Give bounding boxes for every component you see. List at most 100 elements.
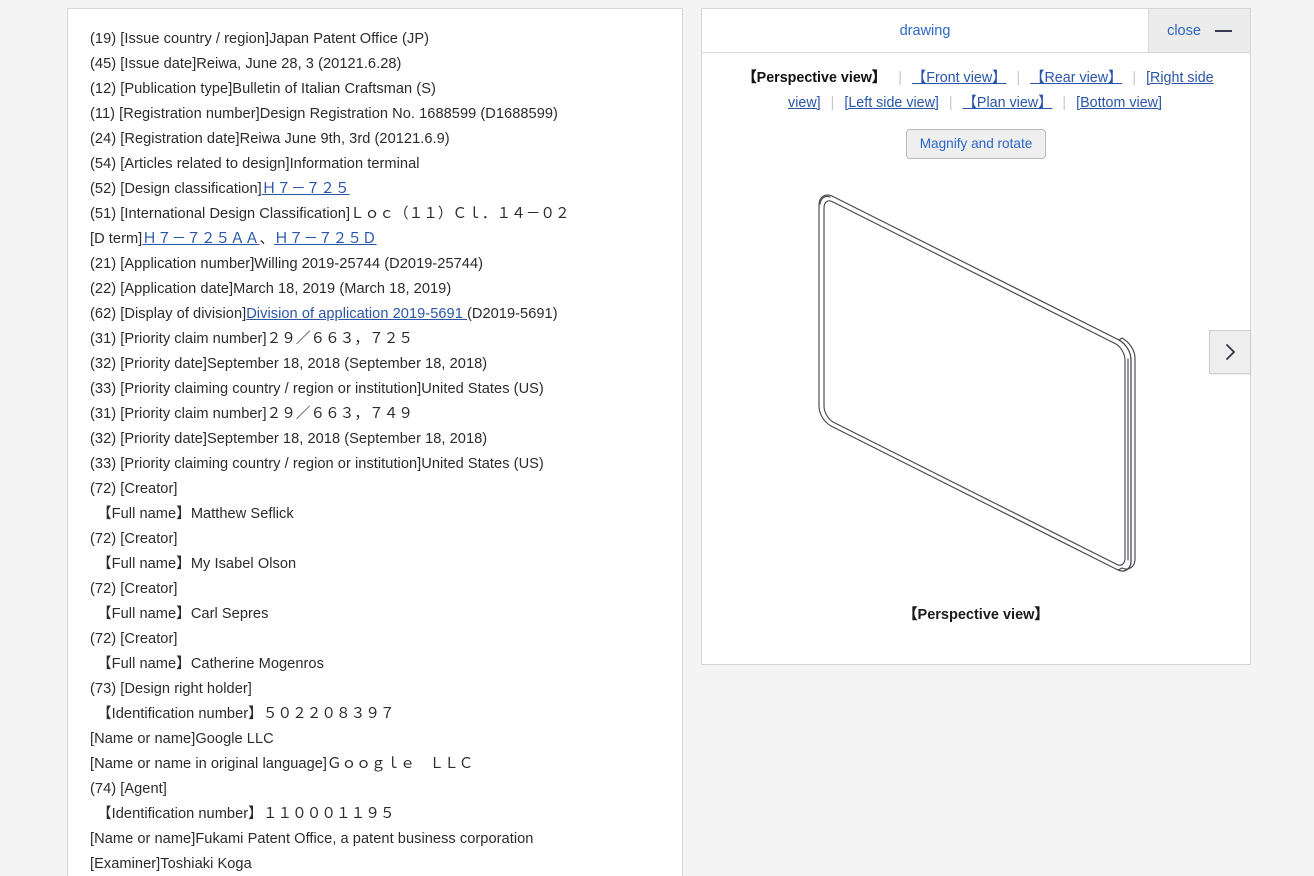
bibliographic-text: (73) [Design right holder] <box>90 681 252 697</box>
classification-link[interactable]: Ｈ７－７２５ＡＡ <box>142 231 259 247</box>
bibliographic-text: [Name or name]Fukami Patent Office, a pa… <box>90 831 534 847</box>
bibliographic-line: (74) [Agent] <box>90 777 666 802</box>
magnify-and-rotate-button[interactable]: Magnify and rotate <box>905 129 1047 159</box>
bibliographic-line: (72) [Creator] <box>90 577 666 602</box>
bibliographic-text: 、 <box>259 231 275 247</box>
bibliographic-line: 【Full name】Matthew Seflick <box>90 502 666 527</box>
bibliographic-text: [Name or name in original language]Ｇｏｏｇｌ… <box>90 756 474 772</box>
bibliographic-line: 【Full name】Catherine Mogenros <box>90 652 666 677</box>
drawing-panel-body: 【Perspective view】 | 【Front view】 | 【Rear vi… <box>702 53 1250 664</box>
view-link-separator: | <box>1132 70 1137 86</box>
bibliographic-text: (31) [Priority claim number]２９／６６３，７４９ <box>90 406 414 422</box>
bibliographic-line: (54) [Articles related to design]Informa… <box>90 152 666 177</box>
perspective-view-drawing <box>818 194 1136 572</box>
bibliographic-text: (45) [Issue date]Reiwa, June 28, 3 (2012… <box>90 56 402 72</box>
bibliographic-line: (72) [Creator] <box>90 627 666 652</box>
bibliographic-line: (24) [Registration date]Reiwa June 9th, … <box>90 127 666 152</box>
bibliographic-line: 【Full name】My Isabel Olson <box>90 552 666 577</box>
bibliographic-text: (32) [Priority date]September 18, 2018 (… <box>90 356 488 372</box>
bibliographic-line: (32) [Priority date]September 18, 2018 (… <box>90 352 666 377</box>
magnify-row: Magnify and rotate <box>726 129 1226 159</box>
bibliographic-text: (24) [Registration date]Reiwa June 9th, … <box>90 131 450 147</box>
bibliographic-text: 【Full name】Carl Sepres <box>97 606 269 622</box>
bibliographic-line: 【Identification number】１１０００１１９５ <box>90 802 666 827</box>
next-view-button[interactable] <box>1209 330 1251 374</box>
bibliographic-line: (21) [Application number]Willing 2019-25… <box>90 252 666 277</box>
bibliographic-line: (11) [Registration number]Design Registr… <box>90 102 666 127</box>
drawing-viewer-panel: drawing close 【Perspective view】 | 【Front … <box>701 8 1251 665</box>
bibliographic-line: (33) [Priority claiming country / region… <box>90 377 666 402</box>
bibliographic-text: 【Full name】Catherine Mogenros <box>97 656 324 672</box>
bibliographic-line: (33) [Priority claiming country / region… <box>90 452 666 477</box>
bibliographic-text: (32) [Priority date]September 18, 2018 (… <box>90 431 488 447</box>
bibliographic-text: (51) [International Design Classificatio… <box>90 206 570 222</box>
drawing-panel-titlebar: drawing close <box>702 9 1250 53</box>
bibliographic-text: (D2019-5691) <box>466 306 558 322</box>
page-root: (19) [Issue country / region]Japan Paten… <box>0 0 1314 876</box>
view-link-separator: | <box>830 95 835 111</box>
bibliographic-text: (33) [Priority claiming country / region… <box>90 381 544 397</box>
bibliographic-line: [Examiner]Toshiaki Koga <box>90 852 666 876</box>
view-link[interactable]: 【Rear view】 <box>1028 70 1124 86</box>
bibliographic-line: (51) [International Design Classificatio… <box>90 202 666 227</box>
bibliographic-text: (12) [Publication type]Bulletin of Itali… <box>90 81 436 97</box>
close-button[interactable]: close <box>1167 23 1201 39</box>
bibliographic-text: (54) [Articles related to design]Informa… <box>90 156 420 172</box>
bibliographic-text: (52) [Design classification] <box>90 181 262 197</box>
bibliographic-text: [Name or name]Google LLC <box>90 731 274 747</box>
bibliographic-line: (19) [Issue country / region]Japan Paten… <box>90 27 666 52</box>
chevron-right-icon <box>1225 344 1235 360</box>
bibliographic-data-panel: (19) [Issue country / region]Japan Paten… <box>67 8 683 876</box>
bibliographic-text: 【Full name】Matthew Seflick <box>97 506 294 522</box>
figure-caption: 【Perspective view】 <box>903 607 1049 623</box>
bibliographic-line-list: (19) [Issue country / region]Japan Paten… <box>90 27 666 876</box>
bibliographic-text: (31) [Priority claim number]２９／６６３，７２５ <box>90 331 414 347</box>
classification-link[interactable]: Ｈ７－７２５ <box>262 181 350 197</box>
view-link[interactable]: [Left side view] <box>842 95 941 111</box>
figure-wrap <box>726 177 1226 597</box>
bibliographic-text: (11) [Registration number]Design Registr… <box>90 106 558 122</box>
view-link[interactable]: 【Plan view】 <box>961 95 1055 111</box>
bibliographic-line: (72) [Creator] <box>90 527 666 552</box>
bibliographic-text: (33) [Priority claiming country / region… <box>90 456 544 472</box>
view-link-current: 【Perspective view】 <box>742 70 887 86</box>
drawing-panel-title: drawing <box>899 22 951 39</box>
classification-link[interactable]: Division of application 2019-5691 <box>246 306 467 322</box>
view-link-separator: | <box>948 95 953 111</box>
view-link-separator: | <box>1016 70 1021 86</box>
drawing-panel-window-controls[interactable]: close <box>1148 9 1250 52</box>
view-link[interactable]: 【Front view】 <box>910 70 1009 86</box>
bibliographic-line: [Name or name in original language]Ｇｏｏｇｌ… <box>90 752 666 777</box>
bibliographic-line: 【Identification number】５０２２０８３９７ <box>90 702 666 727</box>
view-link-separator: | <box>898 70 902 86</box>
bibliographic-text: (72) [Creator] <box>90 581 178 597</box>
bibliographic-line: (73) [Design right holder] <box>90 677 666 702</box>
view-link[interactable]: [Bottom view] <box>1074 95 1164 111</box>
bibliographic-text: (62) [Display of division] <box>90 306 247 322</box>
classification-link[interactable]: Ｈ７－７２５Ｄ <box>274 231 377 247</box>
view-link-separator: | <box>1062 95 1067 111</box>
bibliographic-text: (74) [Agent] <box>90 781 167 797</box>
bibliographic-line: [Name or name]Google LLC <box>90 727 666 752</box>
bibliographic-line: (72) [Creator] <box>90 477 666 502</box>
bibliographic-text: (21) [Application number]Willing 2019-25… <box>90 256 484 272</box>
bibliographic-text: (72) [Creator] <box>90 481 178 497</box>
bibliographic-text: 【Identification number】１１０００１１９５ <box>97 806 395 822</box>
bibliographic-text: (22) [Application date]March 18, 2019 (M… <box>90 281 452 297</box>
bibliographic-line: (62) [Display of division]Division of ap… <box>90 302 666 327</box>
bibliographic-line: (31) [Priority claim number]２９／６６３，７２５ <box>90 327 666 352</box>
bibliographic-text: [Examiner]Toshiaki Koga <box>90 856 252 872</box>
bibliographic-line: (52) [Design classification]Ｈ７－７２５ <box>90 177 666 202</box>
bibliographic-text: (19) [Issue country / region]Japan Paten… <box>90 31 430 47</box>
bibliographic-line: (22) [Application date]March 18, 2019 (M… <box>90 277 666 302</box>
bibliographic-text: (72) [Creator] <box>90 531 178 547</box>
bibliographic-line: (12) [Publication type]Bulletin of Itali… <box>90 77 666 102</box>
bibliographic-line: [D term]Ｈ７－７２５ＡＡ、Ｈ７－７２５Ｄ <box>90 227 666 252</box>
bibliographic-line: (31) [Priority claim number]２９／６６３，７４９ <box>90 402 666 427</box>
bibliographic-line: (32) [Priority date]September 18, 2018 (… <box>90 427 666 452</box>
view-link-list: 【Perspective view】 | 【Front view】 | 【Rear vi… <box>726 66 1226 116</box>
bibliographic-line: 【Full name】Carl Sepres <box>90 602 666 627</box>
bibliographic-line: [Name or name]Fukami Patent Office, a pa… <box>90 827 666 852</box>
bibliographic-text: 【Full name】My Isabel Olson <box>97 556 297 572</box>
minimize-icon[interactable] <box>1214 29 1232 32</box>
